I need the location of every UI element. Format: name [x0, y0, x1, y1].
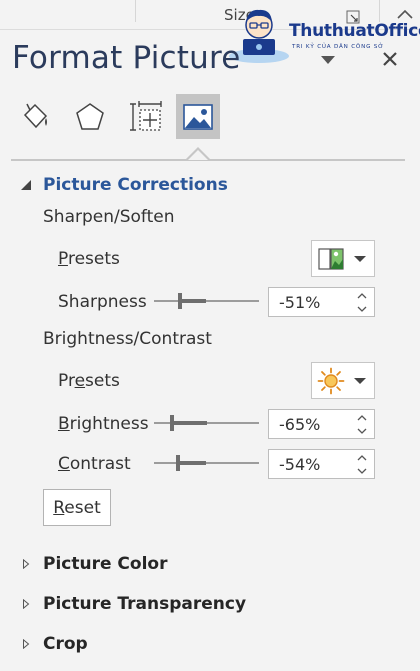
slider-fill: [172, 421, 207, 425]
contrast-spinbox[interactable]: -54%: [268, 449, 375, 479]
tab-effects[interactable]: [68, 94, 112, 139]
brightness-contrast-label: Brightness/Contrast: [43, 329, 212, 349]
spin-down-icon[interactable]: [356, 304, 368, 314]
slider-track: [154, 462, 259, 464]
brightness-value: -65%: [279, 415, 321, 434]
ribbon-divider: [135, 0, 136, 22]
picture-icon: [183, 103, 213, 130]
section-title: Picture Corrections: [43, 175, 228, 195]
chevron-down-icon: [354, 377, 366, 384]
caret-collapsed-icon: [23, 559, 30, 569]
sharpen-preset-icon: [318, 247, 344, 270]
size-properties-icon: [130, 100, 162, 131]
section-title: Crop: [43, 634, 88, 654]
slider-fill: [179, 299, 207, 303]
task-pane-options-icon[interactable]: [320, 54, 336, 66]
brightness-label: Brightness: [58, 414, 149, 434]
sharpen-presets-dropdown[interactable]: [311, 240, 375, 277]
sharpen-soften-label: Sharpen/Soften: [43, 207, 175, 227]
contrast-value: -54%: [279, 455, 321, 474]
tab-divider: [11, 159, 405, 161]
reset-button[interactable]: Reset: [43, 489, 111, 526]
pentagon-icon: [76, 102, 104, 130]
spin-up-icon[interactable]: [356, 453, 368, 463]
tab-size-properties[interactable]: [124, 94, 168, 139]
format-category-tabs: [12, 94, 222, 140]
spin-down-icon[interactable]: [356, 466, 368, 476]
paint-bucket-icon: [23, 103, 48, 128]
pane-title: Format Picture: [12, 40, 241, 76]
contrast-slider[interactable]: [154, 453, 259, 473]
active-tab-pointer: [186, 147, 210, 160]
spin-down-icon[interactable]: [356, 426, 368, 436]
tab-picture[interactable]: [176, 94, 220, 139]
section-title: Picture Color: [43, 554, 168, 574]
contrast-label: Contrast: [58, 454, 131, 474]
brightness-presets-dropdown[interactable]: [311, 362, 375, 399]
brightness-presets-label: Presets: [58, 371, 120, 391]
slider-thumb[interactable]: [170, 415, 175, 431]
slider-thumb[interactable]: [176, 455, 181, 471]
caret-collapsed-icon: [23, 599, 30, 609]
sharpness-label: Sharpness: [58, 292, 147, 312]
spin-up-icon[interactable]: [356, 291, 368, 301]
logo-name: ThuthuatOffice: [289, 21, 420, 41]
tab-fill-line[interactable]: [12, 94, 56, 139]
caret-expanded-icon: [21, 180, 31, 190]
section-picture-corrections[interactable]: Picture Corrections: [0, 173, 260, 197]
caret-collapsed-icon: [23, 639, 30, 649]
section-crop[interactable]: Crop: [0, 632, 120, 656]
slider-fill: [178, 461, 207, 465]
section-picture-transparency[interactable]: Picture Transparency: [0, 592, 260, 616]
logo-tagline: TRI KỶ CỦA DÂN CÔNG SỞ: [292, 44, 385, 50]
brightness-spinbox[interactable]: -65%: [268, 409, 375, 439]
section-picture-color[interactable]: Picture Color: [0, 552, 220, 576]
sharpen-presets-label: Presets: [58, 249, 120, 269]
sharpness-slider[interactable]: [154, 291, 259, 311]
spin-up-icon[interactable]: [356, 413, 368, 423]
slider-track: [154, 300, 259, 302]
close-icon[interactable]: [381, 50, 399, 68]
brightness-slider[interactable]: [154, 413, 259, 433]
sharpness-spinbox[interactable]: -51%: [268, 287, 375, 317]
sharpness-value: -51%: [279, 293, 321, 312]
slider-thumb[interactable]: [177, 293, 182, 309]
sun-icon: [317, 367, 345, 394]
chevron-down-icon: [354, 255, 366, 262]
section-title: Picture Transparency: [43, 594, 247, 614]
